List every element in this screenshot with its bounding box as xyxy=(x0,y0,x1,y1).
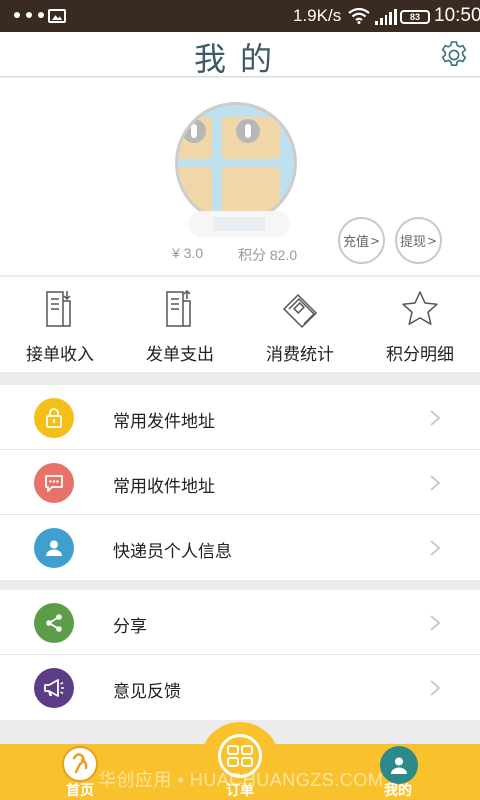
menu-item-label: 意见反馈 xyxy=(113,682,181,702)
quick-action-income[interactable]: 接单收入 xyxy=(0,277,120,373)
ticket-stats-icon xyxy=(282,293,318,329)
chevron-right-icon: > xyxy=(426,233,438,248)
send-order-doc-icon xyxy=(166,289,191,327)
chevron-right-icon xyxy=(430,615,441,631)
gear-icon[interactable] xyxy=(438,39,470,71)
avatar[interactable] xyxy=(175,102,297,224)
wifi-icon xyxy=(348,8,370,24)
menu-item-label: 常用发件地址 xyxy=(113,412,215,432)
quick-action-label: 发单支出 xyxy=(146,345,214,365)
chevron-right-icon xyxy=(430,540,441,556)
megaphone-icon xyxy=(34,668,74,708)
page-title: 我的 xyxy=(193,40,286,78)
watermark: 华创应用 • HUACHUANGZS.COM xyxy=(98,770,384,790)
person-icon xyxy=(34,528,74,568)
menu-item-label: 常用收件地址 xyxy=(113,477,215,497)
chat-bubble-icon xyxy=(34,463,74,503)
recharge-button[interactable]: 充值 > xyxy=(338,217,385,264)
chevron-right-icon: > xyxy=(369,233,381,248)
username-placeholder xyxy=(188,211,290,237)
menu-item-label: 分享 xyxy=(113,617,147,637)
chevron-right-icon xyxy=(430,680,441,696)
quick-actions: 接单收入 发单支出 消费统计 积分明细 xyxy=(0,276,480,372)
quick-action-label: 积分明细 xyxy=(386,345,454,365)
menu-item-sender-address[interactable]: 常用发件地址 xyxy=(0,385,480,450)
menu-item-feedback[interactable]: 意见反馈 xyxy=(0,655,480,720)
quick-action-consumption[interactable]: 消费统计 xyxy=(240,277,360,373)
menu-item-courier-info[interactable]: 快递员个人信息 xyxy=(0,515,480,580)
menu-item-share[interactable]: 分享 xyxy=(0,590,480,655)
address-menu: 常用发件地址 常用收件地址 快递员个人信息 xyxy=(0,385,480,580)
points-amount: 积分 82.0 xyxy=(238,247,298,263)
quick-action-points[interactable]: 积分明细 xyxy=(360,277,480,373)
misc-menu: 分享 意见反馈 xyxy=(0,590,480,720)
quick-action-expense[interactable]: 发单支出 xyxy=(120,277,240,373)
net-speed: 1.9K/s xyxy=(293,6,342,25)
quick-action-label: 接单收入 xyxy=(26,345,94,365)
home-logo-icon xyxy=(62,746,98,782)
chevron-right-icon xyxy=(430,475,441,491)
quick-action-label: 消费统计 xyxy=(266,345,334,365)
share-icon xyxy=(34,603,74,643)
recharge-label: 充值 xyxy=(342,235,369,250)
page-header: 我的 xyxy=(0,32,480,78)
star-icon xyxy=(402,291,438,325)
lock-icon xyxy=(34,398,74,438)
menu-item-label: 快递员个人信息 xyxy=(113,542,232,562)
withdraw-label: 提现 xyxy=(399,235,426,250)
menu-item-receiver-address[interactable]: 常用收件地址 xyxy=(0,450,480,515)
profile-card: ¥ 3.0 积分 82.0 充值 > 提现 > xyxy=(0,78,480,275)
notification-dots-icon xyxy=(14,12,44,18)
image-notification-icon xyxy=(48,9,66,23)
receive-order-doc-icon xyxy=(46,291,71,327)
status-bar: 1.9K/s 83 10:50 xyxy=(0,0,480,32)
withdraw-button[interactable]: 提现 > xyxy=(395,217,442,264)
person-icon xyxy=(380,746,418,784)
app-screen: 1.9K/s 83 10:50 我的 ¥ 3.0 积分 82.0 充值 > 提现… xyxy=(0,0,480,800)
signal-icon xyxy=(375,9,397,25)
chevron-right-icon xyxy=(430,410,441,426)
clock: 10:50 xyxy=(434,5,480,26)
balance-amount: ¥ 3.0 xyxy=(172,245,204,261)
battery-icon: 83 xyxy=(400,10,430,24)
